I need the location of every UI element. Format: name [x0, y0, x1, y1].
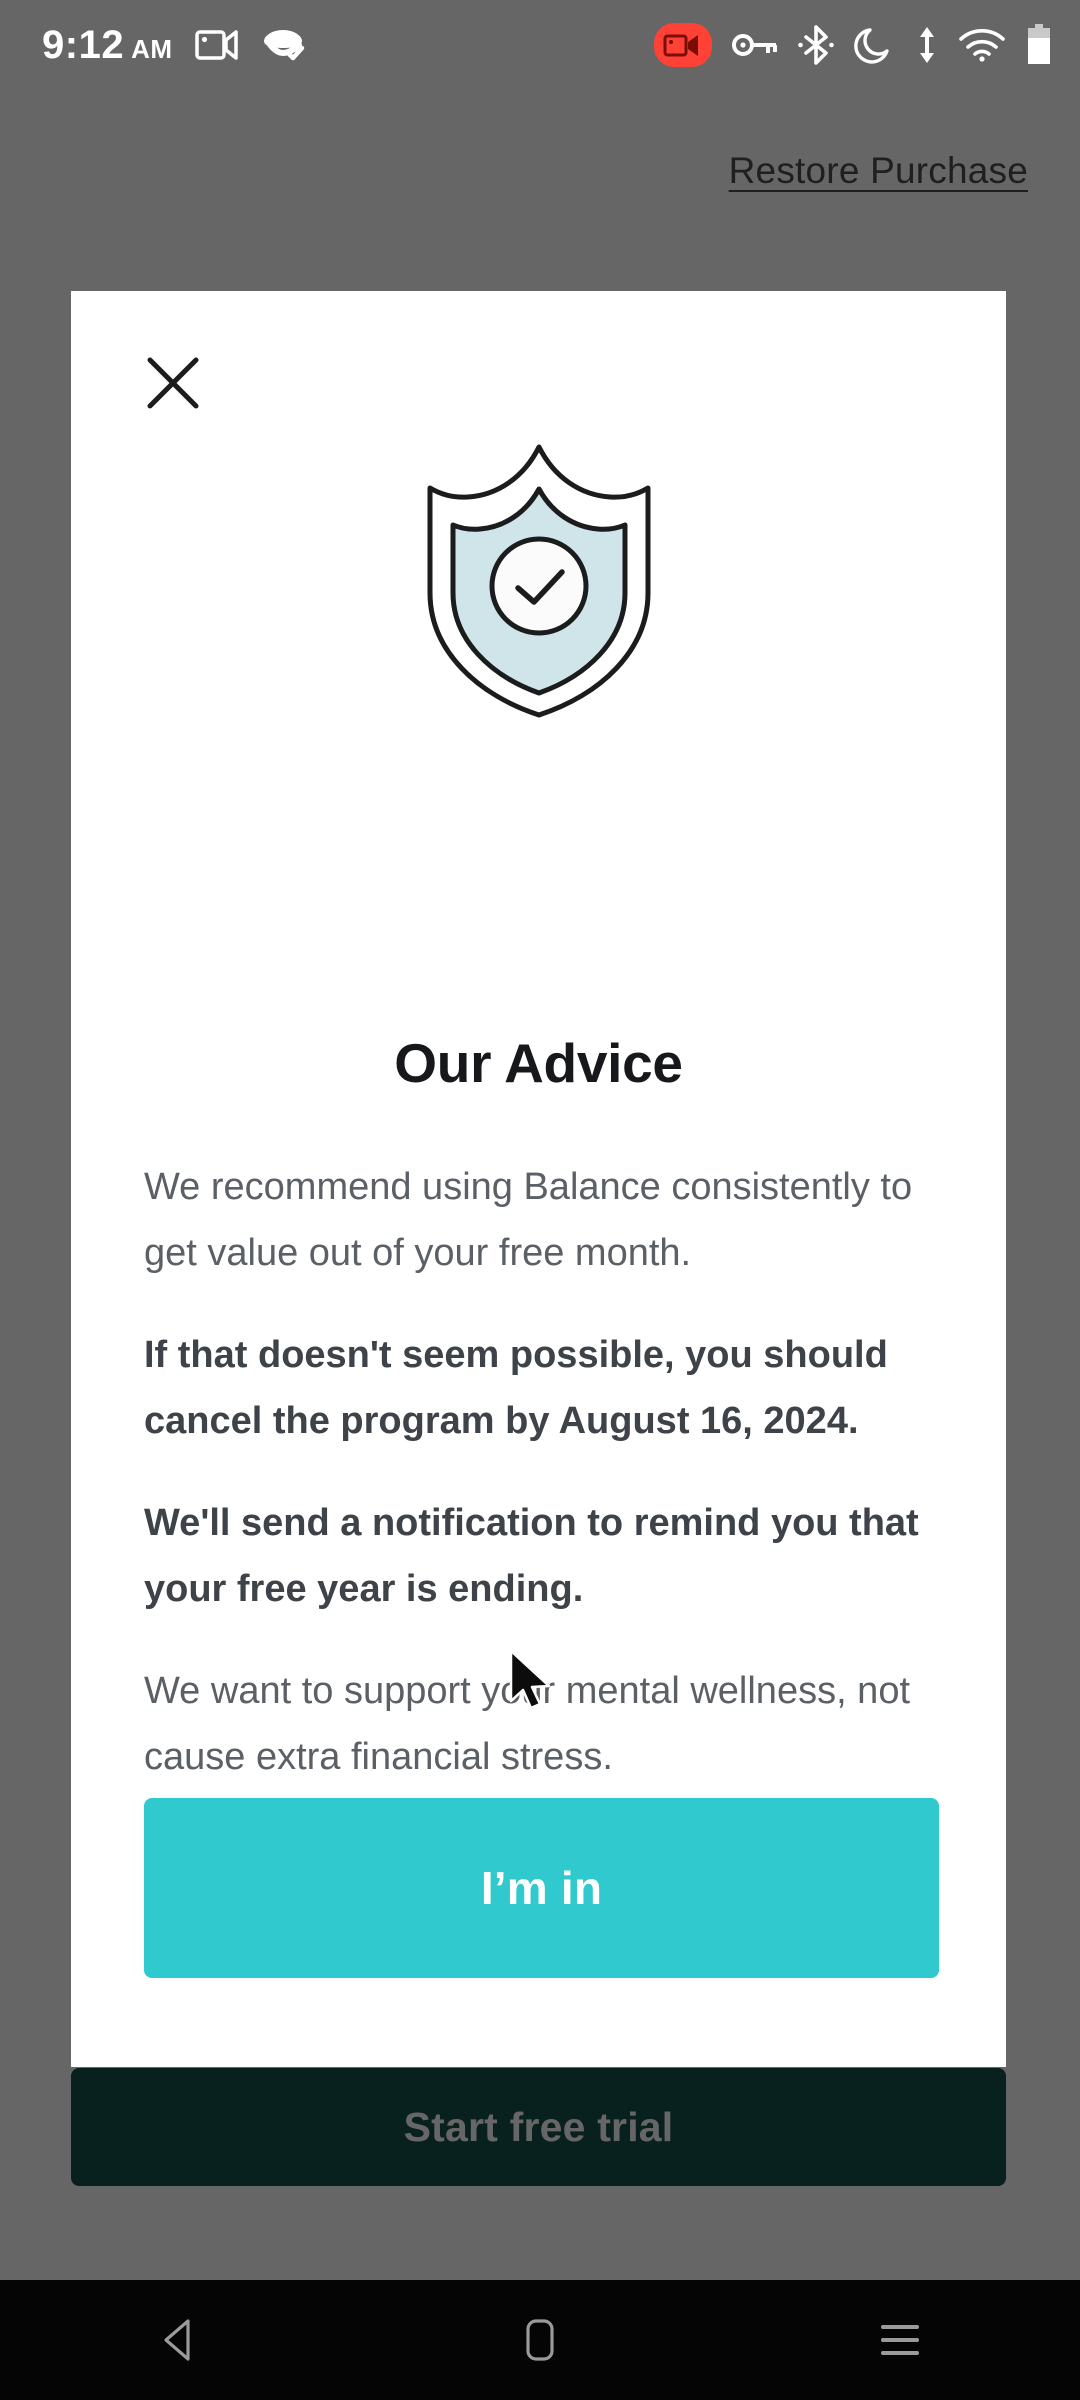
body-paragraph-4: We want to support your mental wellness,… — [144, 1670, 911, 1778]
illustration-container — [71, 441, 1006, 721]
recording-active-icon — [654, 23, 712, 67]
bluetooth-icon — [798, 25, 834, 65]
status-bar: 9:12 AM — [0, 0, 1080, 90]
nav-back-button[interactable] — [100, 2280, 260, 2400]
shield-check-icon — [427, 444, 650, 718]
our-advice-modal: Our Advice We recommend using Balance co… — [71, 291, 1006, 2067]
modal-body: We recommend using Balance consistently … — [144, 1154, 934, 1826]
clock-meridiem: AM — [131, 34, 173, 64]
nav-recents-button[interactable] — [820, 2280, 980, 2400]
body-paragraph-1: We recommend using Balance consistently … — [144, 1166, 913, 1274]
recent-apps-lines-icon — [881, 2325, 919, 2355]
back-triangle-icon — [164, 2319, 190, 2361]
phone-screen: Start free trial 9:12AM — [0, 0, 1080, 2400]
vpn-key-icon — [732, 34, 777, 56]
battery-icon — [1028, 24, 1050, 64]
data-transfer-icon — [920, 27, 934, 63]
home-rounded-rect-icon — [526, 2319, 554, 2361]
body-paragraph-2: If that doesn't seem possible, you shoul… — [144, 1334, 888, 1442]
screen-record-camera-icon — [194, 30, 238, 60]
vpn-check-icon — [263, 30, 304, 61]
wifi-icon — [959, 29, 1005, 62]
status-bar-left: 9:12 AM — [42, 25, 305, 65]
modal-title: Our Advice — [394, 1032, 683, 1094]
clock-time: 9:12 — [42, 23, 125, 67]
close-button[interactable] — [134, 344, 212, 422]
do-not-disturb-moon-icon — [854, 28, 889, 64]
android-nav-bar — [0, 2280, 1080, 2400]
nav-home-button[interactable] — [460, 2280, 620, 2400]
im-in-button[interactable]: I’m in — [144, 1798, 939, 1978]
body-paragraph-3: We'll send a notification to remind you … — [144, 1502, 919, 1610]
restore-purchase-link[interactable]: Restore Purchase — [729, 150, 1028, 192]
status-bar-right — [654, 23, 1052, 67]
close-icon — [147, 357, 199, 409]
status-bar-clock: 9:12 AM — [42, 25, 173, 65]
